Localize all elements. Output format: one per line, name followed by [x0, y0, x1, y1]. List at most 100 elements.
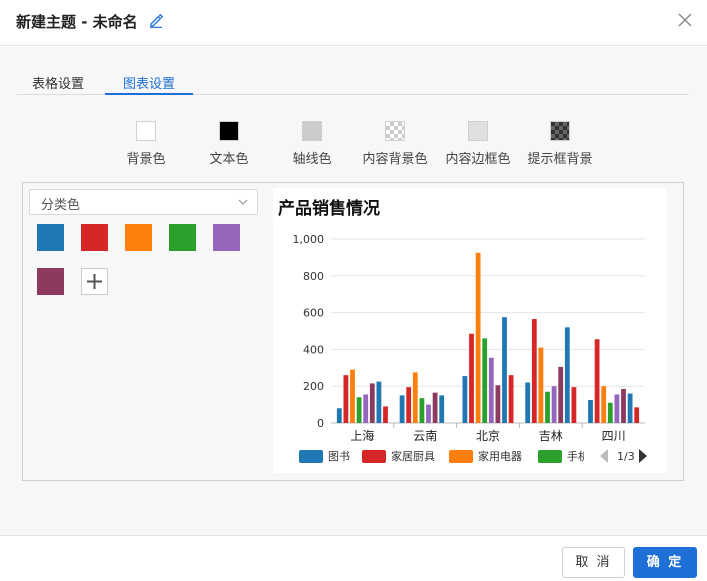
chart-bar	[531, 319, 537, 423]
content-border-color-swatch[interactable]	[468, 121, 488, 141]
chart-bar	[350, 369, 355, 423]
plus-icon	[87, 274, 102, 289]
y-tick-label: 800	[303, 270, 324, 283]
chart-bar	[363, 394, 369, 423]
legend-label: 家用电器	[478, 449, 522, 463]
content-background-color-picker[interactable]: 内容背景色	[353, 121, 437, 167]
legend-swatch	[538, 450, 562, 463]
y-tick-label: 200	[303, 380, 324, 393]
background-color-swatch[interactable]	[136, 121, 156, 141]
y-tick-label: 600	[303, 307, 324, 320]
content-background-color-label: 内容背景色	[362, 152, 428, 167]
palette-color-6[interactable]	[37, 268, 64, 295]
edit-pencil-icon[interactable]	[148, 12, 164, 28]
close-icon[interactable]	[676, 11, 694, 29]
chart-bar	[538, 347, 544, 423]
axis-color-label: 轴线色	[292, 152, 332, 167]
y-tick-label: 1,000	[293, 233, 325, 246]
chart-bar	[462, 376, 468, 423]
chart-bar	[343, 375, 349, 423]
chart-bar	[475, 252, 481, 423]
text-color-picker[interactable]: 文本色	[187, 121, 271, 167]
chart-bar	[607, 402, 613, 423]
tooltip-background-color-swatch[interactable]	[550, 121, 570, 141]
content-border-color-label: 内容边框色	[445, 152, 511, 167]
chart-bar	[495, 385, 501, 423]
chart-bar	[508, 375, 514, 423]
chart-bar	[488, 357, 494, 423]
chart-bar	[588, 400, 593, 423]
chart-bar	[614, 394, 620, 423]
legend-label: 家居厨具	[391, 449, 435, 463]
chart-title: 产品销售情况	[278, 199, 380, 219]
bar-chart: 0 200 400 600 800 1,000 上海 云南 北京 吉林 四川图书 家居厨具 家用电器 手机…	[293, 233, 647, 463]
chart-bar	[502, 317, 507, 423]
confirm-button[interactable]: 确 定	[633, 547, 697, 578]
cancel-button[interactable]: 取 消	[562, 547, 625, 578]
chart-bar	[356, 397, 362, 423]
chart-bar	[634, 407, 640, 423]
chart-bar	[545, 391, 550, 423]
chart-bar	[482, 338, 488, 423]
axis-color-swatch[interactable]	[302, 121, 322, 141]
legend-swatch	[299, 450, 323, 463]
chevron-down-icon	[238, 199, 248, 205]
settings-tabs: 表格设置 图表设置	[17, 67, 689, 95]
legend-label: 手机	[567, 449, 589, 463]
chart-bar	[336, 408, 342, 423]
x-tick-label: 上海	[350, 428, 374, 443]
chart-bar	[406, 387, 412, 423]
axis-color-picker[interactable]: 轴线色	[270, 121, 354, 167]
chart-bar	[369, 383, 375, 423]
content-background-color-swatch[interactable]	[385, 121, 405, 141]
palette-color-5[interactable]	[213, 224, 240, 251]
palette-color-2[interactable]	[81, 224, 108, 251]
chart-bar	[601, 386, 607, 423]
chart-preview: 0 200 400 600 800 1,000 上海 云南 北京 吉林 四川图书 家居厨具 家用电器 手机…	[273, 188, 666, 473]
chart-bar	[571, 387, 577, 423]
legend-label: 图书	[328, 450, 350, 463]
legend-next-icon	[639, 449, 647, 463]
y-tick-label: 400	[303, 343, 324, 356]
chart-bar	[525, 382, 531, 423]
palette-mode-select[interactable]: 分类色	[29, 189, 258, 215]
tooltip-background-color-label: 提示框背景	[527, 152, 593, 167]
chart-bar	[558, 366, 564, 423]
y-tick-label: 0	[317, 417, 324, 430]
dialog-body: 表格设置 图表设置 背景色 文本色 轴线色 内容背景色 内容边框色 提示框背景 …	[0, 47, 707, 535]
tooltip-background-color-picker[interactable]: 提示框背景	[518, 121, 602, 167]
tab-chart-settings[interactable]: 图表设置	[105, 73, 193, 95]
text-color-swatch[interactable]	[219, 121, 239, 141]
dialog-header: 新建主题 - 未命名	[0, 0, 707, 46]
add-color-button[interactable]	[81, 268, 108, 295]
dialog-footer: 取 消 确 定	[0, 535, 707, 581]
legend-page-indicator: 1/3	[617, 450, 635, 463]
palette-color-4[interactable]	[169, 224, 196, 251]
text-color-label: 文本色	[209, 152, 249, 167]
chart-bar	[551, 386, 557, 423]
content-border-color-picker[interactable]: 内容边框色	[436, 121, 520, 167]
legend-swatch	[362, 450, 386, 463]
chart-bar	[399, 395, 405, 423]
palette-preview-panel: 分类色 0 200 400 600 800 1,000 上海 云南 北京 吉林 四川图书 家居厨具 家用…	[22, 182, 684, 481]
chart-bar	[564, 327, 570, 423]
x-tick-label: 云南	[413, 428, 437, 443]
chart-bar	[432, 392, 438, 423]
palette-color-1[interactable]	[37, 224, 64, 251]
chart-bar	[627, 393, 633, 423]
legend-prev-icon	[600, 449, 608, 463]
palette-mode-value: 分类色	[41, 198, 81, 213]
dialog-title: 新建主题 - 未命名	[16, 13, 138, 31]
x-tick-label: 四川	[602, 429, 626, 443]
background-color-picker[interactable]: 背景色	[104, 121, 188, 167]
background-color-label: 背景色	[126, 152, 166, 167]
palette-color-3[interactable]	[125, 224, 152, 251]
x-tick-label: 吉林	[539, 429, 563, 443]
chart-bar	[621, 388, 626, 423]
chart-bar	[426, 404, 431, 423]
chart-bar	[419, 398, 425, 423]
x-tick-label: 北京	[476, 429, 500, 443]
chart-bar	[376, 381, 382, 423]
tab-table-settings[interactable]: 表格设置	[32, 73, 84, 95]
chart-bar	[469, 333, 474, 423]
